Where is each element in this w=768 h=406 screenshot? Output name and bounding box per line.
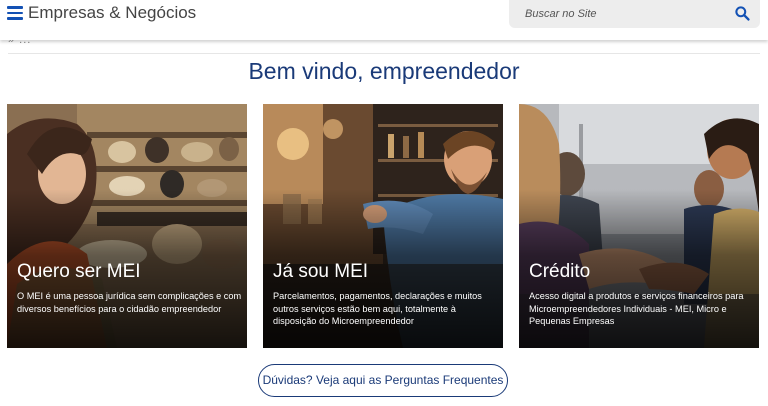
search-input[interactable]	[525, 5, 725, 23]
card-title: Já sou MEI	[273, 261, 369, 282]
card-quero-ser-mei[interactable]: Quero ser MEI O MEI é uma pessoa jurídic…	[7, 104, 247, 348]
card-ja-sou-mei[interactable]: Já sou MEI Parcelamentos, pagamentos, de…	[263, 104, 503, 348]
card-title: Quero ser MEI	[17, 261, 141, 282]
page-title: Bem vindo, empreendedor	[248, 58, 520, 84]
breadcrumb-home-link[interactable]: » ...	[8, 40, 31, 46]
breadcrumb: » ...	[8, 40, 760, 54]
site-title[interactable]: Empresas & Negócios	[28, 3, 196, 23]
card-description: Acesso digital a produtos e serviços fin…	[529, 291, 744, 326]
faq-button[interactable]: Dúvidas? Veja aqui as Perguntas Frequent…	[258, 364, 508, 397]
card-description: Parcelamentos, pagamentos, declarações e…	[273, 291, 482, 326]
card-title: Crédito	[529, 261, 591, 282]
hamburger-menu-icon[interactable]	[7, 6, 23, 20]
search-icon[interactable]	[734, 5, 751, 22]
search-box	[509, 0, 760, 28]
card-credito[interactable]: Crédito Acesso digital a produtos e serv…	[519, 104, 759, 348]
card-description: O MEI é uma pessoa jurídica sem complica…	[17, 291, 242, 314]
top-header: Empresas & Negócios	[0, 0, 768, 40]
